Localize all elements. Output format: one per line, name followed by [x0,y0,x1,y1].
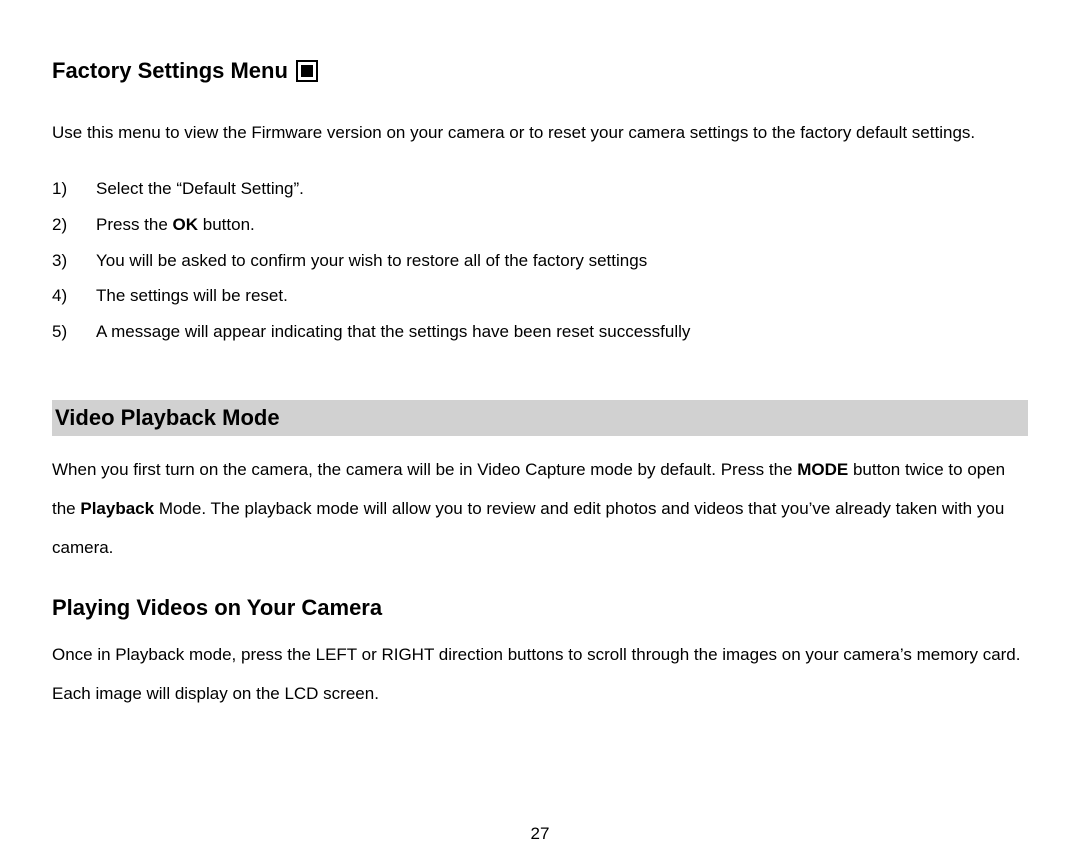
section1-steps-list: Select the “Default Setting”. Press the … [52,171,1028,349]
section2-paragraph: When you first turn on the camera, the c… [52,450,1028,567]
factory-settings-icon [296,60,318,82]
step-item: You will be asked to confirm your wish t… [52,243,1028,279]
section3-paragraph: Once in Playback mode, press the LEFT or… [52,635,1028,713]
step2-suffix: button. [198,215,255,234]
section2-heading: Video Playback Mode [52,400,1028,436]
factory-settings-icon-inner [301,65,313,77]
section1-heading-text: Factory Settings Menu [52,58,288,84]
section2-p-part1: When you first turn on the camera, the c… [52,460,797,479]
step-item: Select the “Default Setting”. [52,171,1028,207]
step-item: A message will appear indicating that th… [52,314,1028,350]
section2-p-bold1: MODE [797,460,848,479]
step2-prefix: Press the [96,215,173,234]
section1-paragraph: Use this menu to view the Firmware versi… [52,114,1028,151]
section2-p-part3: Mode. The playback mode will allow you t… [52,499,1004,557]
section3-heading: Playing Videos on Your Camera [52,595,1028,621]
step-item: The settings will be reset. [52,278,1028,314]
section2-p-bold2: Playback [80,499,154,518]
section1-heading: Factory Settings Menu [52,58,1028,84]
step-item: Press the OK button. [52,207,1028,243]
step2-bold: OK [173,215,199,234]
page-number: 27 [531,824,550,844]
